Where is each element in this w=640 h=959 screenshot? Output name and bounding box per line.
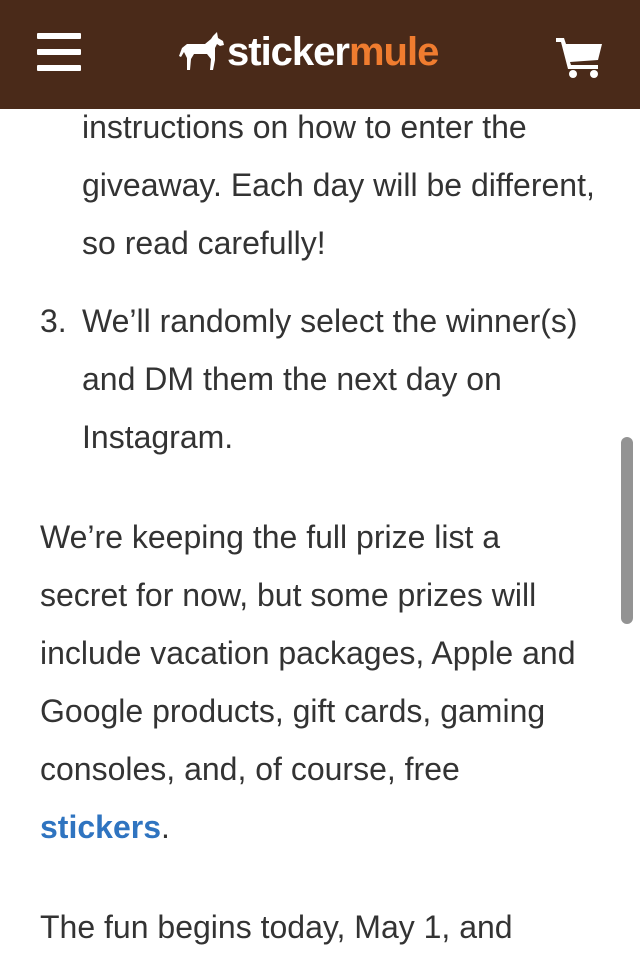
logo-text-mule: mule	[348, 30, 439, 74]
stickers-link[interactable]: stickers	[40, 809, 161, 845]
list-number: 3.	[40, 303, 67, 339]
mule-icon	[179, 32, 224, 70]
sticker-mule-logo[interactable]: stickermule	[179, 27, 439, 77]
closing-paragraph: The fun begins today, May 1, and	[40, 909, 513, 945]
prize-paragraph-text: We’re keeping the full prize list a secr…	[40, 519, 576, 787]
menu-bar-bottom	[37, 65, 81, 71]
article-content: instructions on how to enter the giveawa…	[0, 98, 640, 956]
menu-bar-middle	[37, 49, 81, 55]
site-header: stickermule	[0, 0, 640, 109]
vertical-scrollbar[interactable]	[621, 437, 633, 624]
shopping-cart-icon[interactable]	[556, 36, 604, 78]
list-item-text: We’ll randomly select the winner(s) and …	[82, 303, 578, 455]
list-item-3: 3. We’ll randomly select the winner(s) a…	[0, 292, 622, 466]
prize-paragraph-end: .	[160, 809, 170, 845]
logo-text-sticker: sticker	[227, 30, 350, 74]
hamburger-menu-icon[interactable]	[37, 33, 81, 73]
prize-paragraph: We’re keeping the full prize list a secr…	[0, 508, 585, 856]
list-item-continuation: instructions on how to enter the giveawa…	[82, 109, 595, 261]
logo-wordmark: stickermule	[227, 27, 439, 77]
menu-bar-top	[37, 33, 81, 39]
